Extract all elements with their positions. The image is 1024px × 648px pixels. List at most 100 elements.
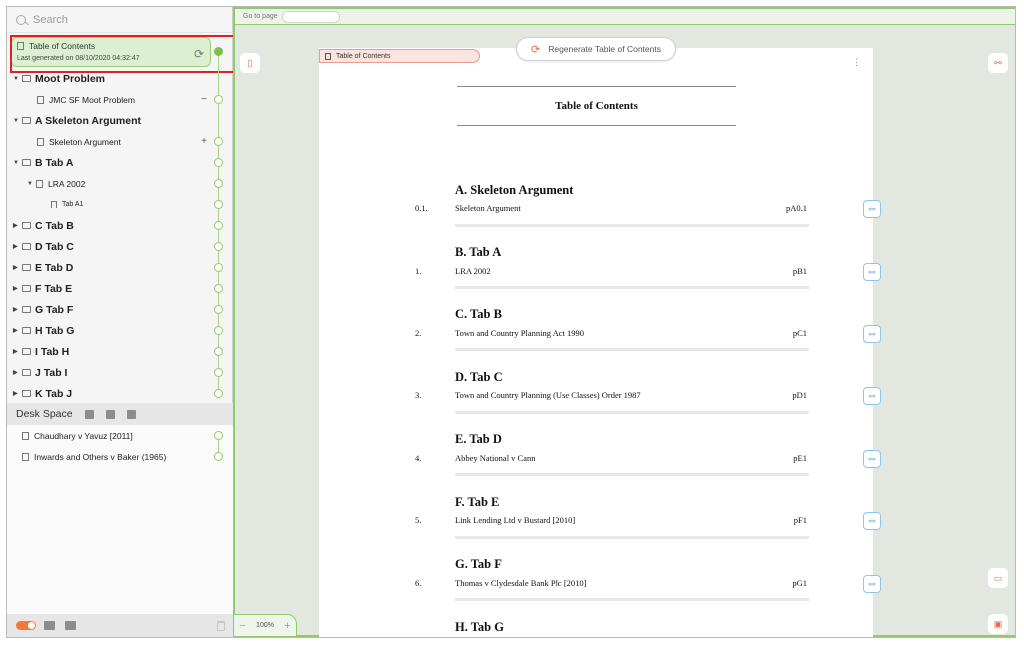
timeline-dot bbox=[214, 158, 223, 167]
section-heading: G. Tab F bbox=[455, 557, 502, 571]
link-icon[interactable]: ⚯ bbox=[863, 325, 881, 343]
export-icon[interactable] bbox=[65, 621, 76, 630]
link-icon[interactable]: ⚯ bbox=[863, 450, 881, 468]
zoom-level: 100% bbox=[256, 622, 274, 629]
collapse-button[interactable]: − bbox=[201, 94, 207, 105]
toc-entry[interactable]: 2. Town and Country Planning Act 1990 pC… bbox=[415, 328, 811, 340]
chevron-down-icon[interactable]: ▼ bbox=[27, 181, 36, 187]
document-icon[interactable] bbox=[84, 409, 94, 419]
entry-name: Thomas v Clydesdale Bank Plc [2010] bbox=[455, 578, 587, 588]
link-icon[interactable]: ⚯ bbox=[863, 512, 881, 530]
folder-icon bbox=[22, 159, 31, 166]
document-icon bbox=[36, 179, 43, 188]
add-button[interactable]: + bbox=[201, 136, 207, 147]
tree-label: F Tab E bbox=[35, 282, 73, 295]
document-icon bbox=[37, 137, 44, 146]
copy-icon[interactable]: ▣ bbox=[988, 614, 1008, 634]
section-heading: E. Tab D bbox=[455, 432, 502, 446]
toc-entry[interactable]: 3. Town and Country Planning (Use Classe… bbox=[415, 390, 811, 402]
timeline-dot bbox=[214, 368, 223, 377]
tree-item-lra-2002[interactable]: ▼ LRA 2002 bbox=[7, 173, 233, 194]
tree-folder-e-tab-d[interactable]: ▶ E Tab D bbox=[7, 257, 233, 278]
tree-item-tab-a1[interactable]: Tab A1 bbox=[7, 194, 233, 215]
chevron-down-icon[interactable]: ▼ bbox=[13, 76, 22, 82]
entry-page: pD1 bbox=[792, 390, 807, 400]
folder-icon bbox=[22, 306, 31, 313]
tree-folder-d-tab-c[interactable]: ▶ D Tab C bbox=[7, 236, 233, 257]
zoom-out-button[interactable]: − bbox=[239, 620, 245, 632]
chevron-right-icon[interactable]: ▶ bbox=[13, 222, 22, 229]
folder-icon[interactable] bbox=[105, 409, 115, 419]
chevron-down-icon[interactable]: ▼ bbox=[13, 160, 22, 166]
desk-item[interactable]: Chaudhary v Yavuz [2011] bbox=[7, 425, 233, 446]
tree-folder-b-tab-a[interactable]: ▼ B Tab A bbox=[7, 152, 233, 173]
tree-label: J Tab I bbox=[35, 366, 68, 379]
tree-folder-c-tab-b[interactable]: ▶ C Tab B bbox=[7, 215, 233, 236]
goto-page-input[interactable] bbox=[281, 10, 340, 23]
bookmark-icon[interactable]: ▯ bbox=[240, 53, 260, 73]
link-icon[interactable]: ⚯ bbox=[863, 387, 881, 405]
link-icon[interactable]: ⚯ bbox=[863, 575, 881, 593]
tree-folder-h-tab-g[interactable]: ▶ H Tab G bbox=[7, 320, 233, 341]
section-heading: A. Skeleton Argument bbox=[455, 183, 574, 197]
chevron-down-icon[interactable]: ▼ bbox=[13, 118, 22, 124]
tree-folder-a-skeleton-argument[interactable]: ▼ A Skeleton Argument bbox=[7, 110, 233, 131]
timeline-dot bbox=[214, 305, 223, 314]
comment-icon[interactable]: ▭ bbox=[988, 568, 1008, 588]
entry-page: pA0.1 bbox=[785, 203, 807, 213]
section-heading: C. Tab B bbox=[455, 307, 502, 321]
tree-folder-j-tab-i[interactable]: ▶ J Tab I bbox=[7, 362, 233, 383]
chevron-right-icon[interactable]: ▶ bbox=[13, 306, 22, 313]
section-heading: H. Tab G bbox=[455, 620, 504, 634]
timeline-dot bbox=[214, 389, 223, 398]
tree-label: G Tab F bbox=[35, 303, 74, 316]
chevron-right-icon[interactable]: ▶ bbox=[13, 369, 22, 376]
toc-entry[interactable]: 1. LRA 2002 pB1 bbox=[415, 266, 811, 278]
tree-item-skeleton-argument[interactable]: Skeleton Argument + bbox=[7, 131, 233, 152]
chevron-right-icon[interactable]: ▶ bbox=[13, 348, 22, 355]
toc-entry[interactable]: 0.1. Skeleton Argument pA0.1 bbox=[415, 203, 811, 215]
chevron-right-icon[interactable]: ▶ bbox=[13, 285, 22, 292]
print-icon[interactable] bbox=[44, 621, 55, 630]
tree-item-jmc-sf-moot-problem[interactable]: JMC SF Moot Problem − bbox=[7, 89, 233, 110]
toc-entry[interactable]: 5. Link Lending Ltd v Bustard [2010] pF1 bbox=[415, 515, 811, 527]
tree-folder-moot-problem[interactable]: ▼ Moot Problem bbox=[7, 68, 233, 89]
timeline-dot bbox=[214, 452, 223, 461]
tree-folder-k-tab-j[interactable]: ▶ K Tab J bbox=[7, 383, 233, 404]
bookmark-icon bbox=[51, 201, 57, 208]
doc-title-box: Table of Contents bbox=[457, 86, 736, 126]
tree-label: B Tab A bbox=[35, 156, 74, 169]
toggle-switch[interactable] bbox=[16, 621, 36, 630]
desk-item-label: Inwards and Others v Baker (1965) bbox=[34, 451, 167, 462]
document-icon bbox=[37, 95, 44, 104]
tree-folder-f-tab-e[interactable]: ▶ F Tab E bbox=[7, 278, 233, 299]
folder-icon bbox=[22, 222, 31, 229]
chevron-right-icon[interactable]: ▶ bbox=[13, 327, 22, 334]
tree-folder-i-tab-h[interactable]: ▶ I Tab H bbox=[7, 341, 233, 362]
toc-entry[interactable]: 6. Thomas v Clydesdale Bank Plc [2010] p… bbox=[415, 578, 811, 590]
folder-icon bbox=[22, 390, 31, 397]
timeline-dot bbox=[214, 347, 223, 356]
search-box[interactable]: Search bbox=[7, 7, 233, 33]
trash-icon[interactable] bbox=[217, 620, 225, 631]
page-tab[interactable]: Table of Contents bbox=[319, 49, 480, 63]
chevron-right-icon[interactable]: ▶ bbox=[13, 390, 22, 397]
zoom-in-button[interactable]: + bbox=[284, 620, 290, 632]
tree-folder-g-tab-f[interactable]: ▶ G Tab F bbox=[7, 299, 233, 320]
separator bbox=[455, 348, 809, 351]
list-icon[interactable] bbox=[126, 409, 136, 419]
tree-label: K Tab J bbox=[35, 387, 73, 400]
chevron-right-icon[interactable]: ▶ bbox=[13, 264, 22, 271]
regenerate-toc-button[interactable]: ⟳ Regenerate Table of Contents bbox=[516, 37, 676, 61]
refresh-icon: ⟳ bbox=[530, 43, 541, 56]
timeline-dot bbox=[214, 47, 223, 56]
link-icon[interactable]: ⚯ bbox=[863, 263, 881, 281]
document-page bbox=[319, 48, 873, 637]
link-icon[interactable]: ⚯ bbox=[863, 200, 881, 218]
desk-item[interactable]: Inwards and Others v Baker (1965) bbox=[7, 446, 233, 467]
toc-entry[interactable]: 4. Abbey National v Cann pE1 bbox=[415, 453, 811, 465]
more-options-icon[interactable]: ⋮ bbox=[852, 57, 861, 68]
tree-label: A Skeleton Argument bbox=[35, 114, 141, 127]
link-icon[interactable]: ⚯ bbox=[988, 53, 1008, 73]
chevron-right-icon[interactable]: ▶ bbox=[13, 243, 22, 250]
